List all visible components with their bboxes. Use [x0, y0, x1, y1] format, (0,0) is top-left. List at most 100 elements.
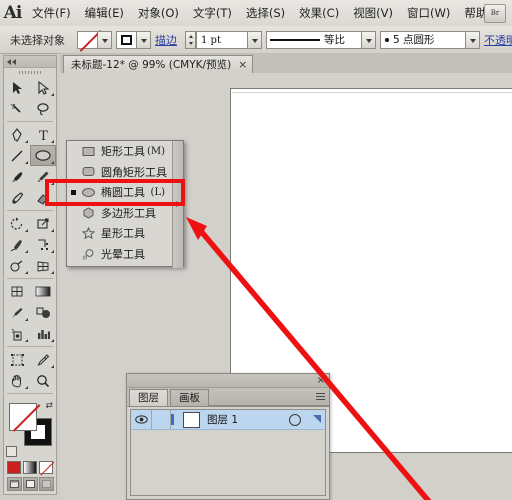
- screen-mode-full-icon[interactable]: [38, 477, 54, 491]
- layers-panel-tabs: 图层 画板: [127, 388, 329, 407]
- lock-toggle[interactable]: [151, 410, 171, 429]
- default-fill-stroke-icon[interactable]: [6, 446, 17, 457]
- brush-definition-control[interactable]: 等比: [266, 30, 376, 49]
- layers-list[interactable]: 图层 1: [130, 409, 326, 496]
- bridge-button[interactable]: Br: [484, 4, 506, 23]
- gradient-button[interactable]: [23, 461, 37, 474]
- tool-ellipse[interactable]: [30, 145, 56, 166]
- menu-window[interactable]: 窗口(W): [400, 0, 457, 26]
- close-icon[interactable]: ×: [317, 374, 325, 387]
- menu-effect[interactable]: 效果(C): [292, 0, 346, 26]
- tool-eyedropper[interactable]: [4, 302, 30, 323]
- tool-perspective-grid[interactable]: [30, 255, 56, 276]
- tool-hand[interactable]: [4, 370, 30, 391]
- stroke-weight-stepper[interactable]: [185, 30, 196, 49]
- tool-gradient[interactable]: [30, 281, 56, 302]
- selection-indicator: [313, 415, 321, 423]
- tool-scale[interactable]: [30, 213, 56, 234]
- eye-icon[interactable]: [131, 415, 151, 424]
- stroke-profile-dropdown-arrow-icon[interactable]: [466, 30, 480, 49]
- tool-zoom[interactable]: [30, 370, 56, 391]
- menu-edit[interactable]: 编辑(E): [78, 0, 131, 26]
- tab-artboards[interactable]: 画板: [170, 389, 209, 406]
- stroke-dropdown-arrow-icon[interactable]: [137, 30, 151, 49]
- menu-select[interactable]: 选择(S): [239, 0, 292, 26]
- tool-rotate[interactable]: [4, 213, 30, 234]
- tool-flyout-triangle-icon: [22, 386, 28, 389]
- tool-blend[interactable]: [30, 302, 56, 323]
- screen-mode-menubar-icon[interactable]: [22, 477, 38, 491]
- stroke-weight-link[interactable]: 描边: [151, 32, 181, 48]
- target-circle-icon[interactable]: [289, 414, 301, 426]
- brush-definition-box[interactable]: 等比: [266, 30, 362, 49]
- tab-layers[interactable]: 图层: [129, 389, 168, 406]
- menu-object[interactable]: 对象(O): [131, 0, 186, 26]
- tool-direct-selection[interactable]: [30, 77, 56, 98]
- tool-symbol-sprayer[interactable]: [4, 323, 30, 344]
- menu-view[interactable]: 视图(V): [346, 0, 400, 26]
- flare-icon: [81, 248, 96, 260]
- tool-selection[interactable]: [4, 77, 30, 98]
- flyout-item-label: 多边形工具: [101, 206, 156, 220]
- close-icon[interactable]: ×: [238, 59, 247, 70]
- fill-color-control[interactable]: [77, 30, 112, 49]
- none-button[interactable]: [39, 461, 53, 474]
- fill-dropdown-arrow-icon[interactable]: [98, 30, 112, 49]
- toolbox-separator: [7, 210, 53, 211]
- stroke-weight-dropdown-arrow-icon[interactable]: [248, 30, 262, 49]
- tool-line-segment[interactable]: [4, 145, 30, 166]
- tool-mesh[interactable]: [4, 281, 30, 302]
- toolbox-collapse-button[interactable]: [4, 56, 56, 68]
- stroke-swatch[interactable]: [116, 30, 137, 49]
- stroke-weight-input[interactable]: 1 pt: [196, 30, 248, 49]
- layer-name[interactable]: 图层 1: [207, 412, 238, 427]
- menu-bar: Ai 文件(F) 编辑(E) 对象(O) 文字(T) 选择(S) 效果(C) 视…: [0, 0, 512, 27]
- toolbox-grip[interactable]: [4, 68, 56, 77]
- tool-artboard[interactable]: [4, 349, 30, 370]
- stroke-profile-box[interactable]: 5 点圆形: [380, 30, 466, 49]
- screen-mode-normal-icon[interactable]: [6, 477, 22, 491]
- tool-paintbrush[interactable]: [4, 166, 30, 187]
- flyout-item-rectangle[interactable]: 矩形工具 (M): [67, 141, 183, 162]
- tool-pen[interactable]: [4, 124, 30, 145]
- tool-free-transform[interactable]: [30, 234, 56, 255]
- tool-slice[interactable]: [30, 349, 56, 370]
- stroke-profile-value: 5 点圆形: [393, 34, 435, 46]
- tool-flyout-triangle-icon: [22, 250, 28, 253]
- color-button[interactable]: [7, 461, 21, 474]
- minimize-icon[interactable]: [307, 376, 314, 383]
- tool-lasso[interactable]: [30, 98, 56, 119]
- tool-type[interactable]: T: [30, 124, 56, 145]
- tool-warp[interactable]: [4, 234, 30, 255]
- tool-blob-brush[interactable]: [4, 187, 30, 208]
- fill-stroke-control: ⇄: [4, 399, 56, 459]
- swap-fill-stroke-icon[interactable]: ⇄: [45, 401, 53, 411]
- menu-file[interactable]: 文件(F): [25, 0, 78, 26]
- toolbox-tool-grid: T: [4, 77, 56, 396]
- stroke-weight-control[interactable]: 1 pt: [185, 30, 262, 49]
- fill-swatch[interactable]: [77, 30, 98, 49]
- tool-magic-wand[interactable]: [4, 98, 30, 119]
- tool-flyout-triangle-icon: [48, 250, 54, 253]
- panel-menu-icon[interactable]: [316, 393, 325, 401]
- tool-flyout-triangle-icon: [48, 339, 54, 342]
- tool-flyout-triangle-icon: [22, 229, 28, 232]
- flyout-item-flare[interactable]: 光晕工具: [67, 244, 183, 265]
- rectangle-icon: [81, 146, 96, 157]
- polygon-icon: [81, 207, 96, 219]
- tool-flyout-triangle-icon: [22, 339, 28, 342]
- menu-type[interactable]: 文字(T): [186, 0, 239, 26]
- stroke-color-control[interactable]: [116, 30, 151, 49]
- toolbox-fill-swatch[interactable]: [9, 403, 37, 431]
- table-row[interactable]: 图层 1: [131, 410, 325, 430]
- tool-shape-builder[interactable]: [4, 255, 30, 276]
- stroke-profile-control[interactable]: 5 点圆形: [380, 30, 480, 49]
- flyout-item-star[interactable]: 星形工具: [67, 223, 183, 244]
- opacity-link[interactable]: 不透明度: [480, 32, 512, 48]
- tool-flyout-triangle-icon: [48, 271, 54, 274]
- brush-dropdown-arrow-icon[interactable]: [362, 30, 376, 49]
- flyout-item-label: 圆角矩形工具: [101, 165, 167, 179]
- tool-column-graph[interactable]: [30, 323, 56, 344]
- layers-panel-titlebar[interactable]: ×: [127, 374, 329, 388]
- document-tab[interactable]: 未标题-12* @ 99% (CMYK/预览) ×: [63, 55, 254, 73]
